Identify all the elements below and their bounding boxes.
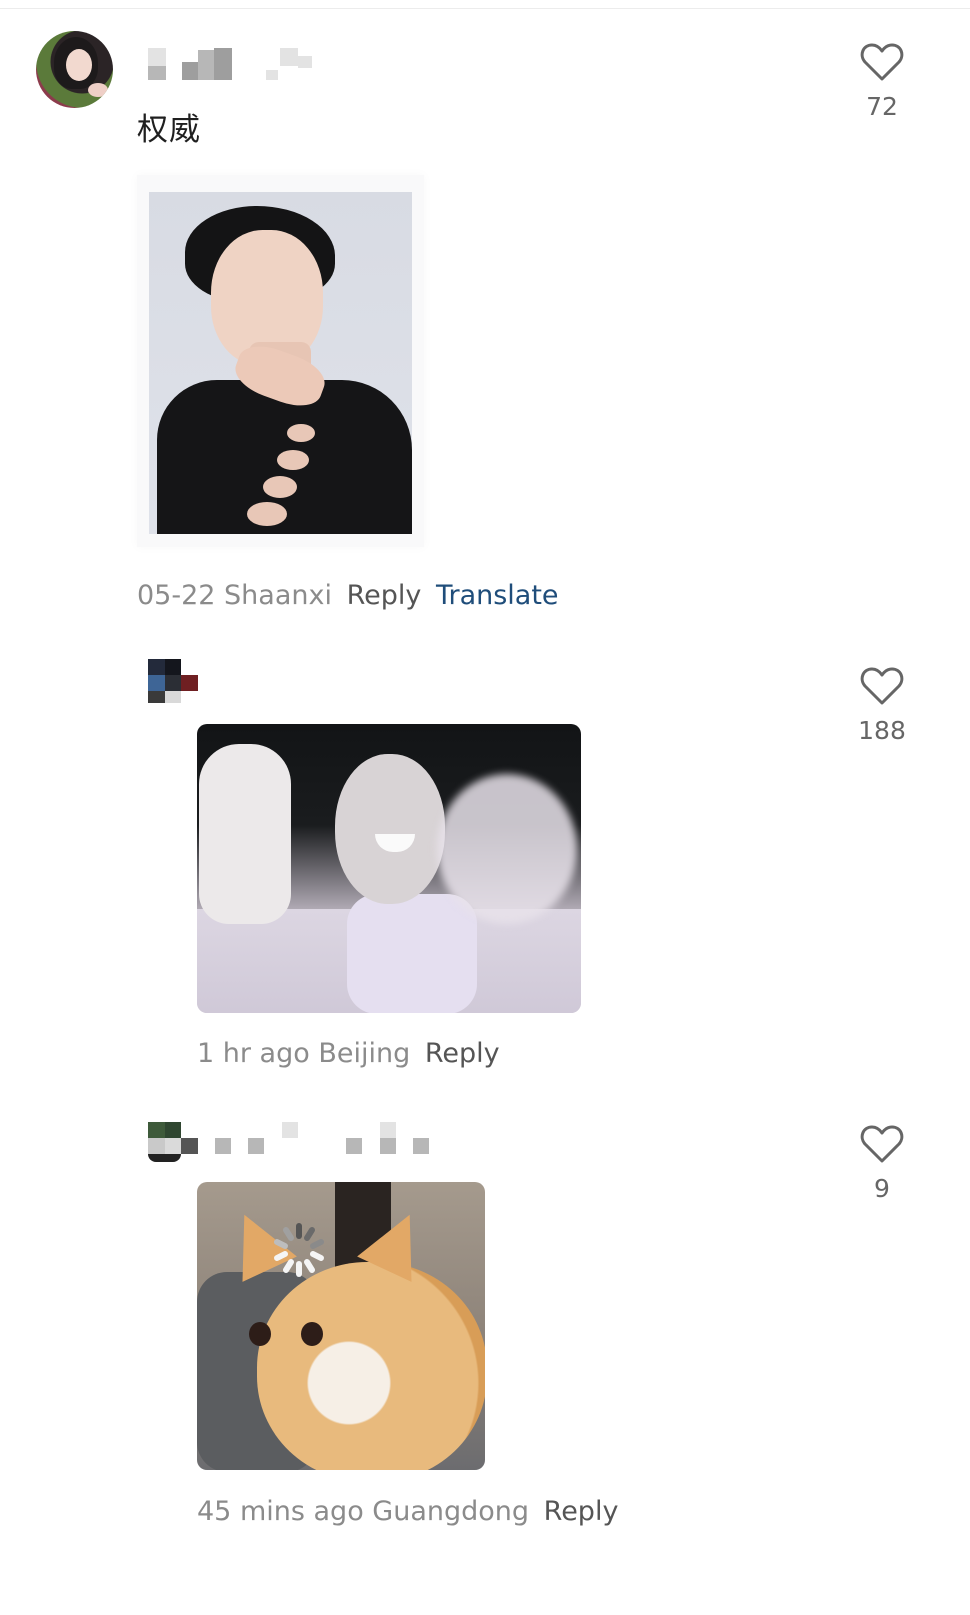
avatar-pixel xyxy=(181,1138,198,1154)
like-count: 188 xyxy=(858,716,906,745)
avatar-pixel xyxy=(181,675,198,691)
avatar-pixel xyxy=(165,1122,181,1138)
comment-meta: 45 mins ago Guangdong Reply xyxy=(197,1496,618,1527)
gif-cat-eye-right xyxy=(301,1322,323,1346)
avatar-pixel xyxy=(148,1138,165,1154)
gif-cat xyxy=(257,1262,485,1470)
like-button[interactable]: 72 xyxy=(842,42,922,121)
comment-location: Shaanxi xyxy=(224,580,332,611)
username-pixel xyxy=(148,48,166,66)
comment-date: 05-22 xyxy=(137,580,225,611)
username-pixel xyxy=(198,50,214,80)
avatar-pixel xyxy=(148,691,165,703)
comment-text: 权威 xyxy=(137,112,201,148)
avatar-face xyxy=(66,49,92,81)
avatar[interactable] xyxy=(145,1122,199,1168)
gif-hood xyxy=(347,894,477,1013)
photo-sleeve-detail xyxy=(287,424,315,442)
comment-gif[interactable] xyxy=(197,724,581,1013)
avatar-pixel xyxy=(148,1154,181,1162)
photo-sleeve-detail xyxy=(263,476,297,498)
comment-location: Beijing xyxy=(318,1038,411,1069)
comment-meta: 05-22 Shaanxi Reply Translate xyxy=(137,580,559,611)
avatar-pixel xyxy=(165,1138,181,1154)
heart-outline-icon xyxy=(860,667,904,705)
translate-button[interactable]: Translate xyxy=(436,580,559,611)
username-pixel xyxy=(182,62,198,80)
avatar-pixel xyxy=(165,659,181,675)
like-count: 9 xyxy=(874,1174,890,1203)
username-pixel xyxy=(215,1138,231,1154)
like-count: 72 xyxy=(866,92,898,121)
comment-location: Guangdong xyxy=(372,1496,530,1527)
username-pixel xyxy=(214,48,232,80)
username-pixel xyxy=(380,1138,396,1154)
gif-cat-eye-left xyxy=(249,1322,271,1346)
like-button[interactable]: 9 xyxy=(842,1124,922,1203)
username-pixel xyxy=(280,48,298,66)
username-pixel xyxy=(380,1122,396,1138)
username-pixel xyxy=(148,66,166,80)
avatar-pixel xyxy=(148,675,165,691)
photo-sleeve-detail xyxy=(247,502,287,526)
reply-button[interactable]: Reply xyxy=(544,1496,619,1527)
avatar-pixel xyxy=(148,659,165,675)
username-pixel xyxy=(413,1138,429,1154)
top-divider xyxy=(0,8,970,9)
gif-face xyxy=(335,754,445,904)
username-pixel xyxy=(266,70,278,80)
avatar-pixel xyxy=(148,1122,165,1138)
username-pixel xyxy=(298,56,312,68)
photo-sleeve-detail xyxy=(277,450,309,470)
comment-gif[interactable] xyxy=(197,1182,485,1470)
gif-hand-right xyxy=(437,774,577,924)
gif-hand-left xyxy=(199,744,291,924)
username-pixel xyxy=(248,1138,264,1154)
loading-spinner-icon xyxy=(274,1223,324,1277)
username-pixel xyxy=(346,1138,362,1154)
reply-button[interactable]: Reply xyxy=(425,1038,500,1069)
comment-date: 45 mins ago xyxy=(197,1496,373,1527)
avatar-hand xyxy=(88,83,108,97)
avatar[interactable] xyxy=(36,31,113,108)
comment-image[interactable] xyxy=(149,192,412,534)
avatar-pixel xyxy=(165,675,181,691)
comment-date: 1 hr ago xyxy=(197,1038,319,1069)
heart-outline-icon xyxy=(860,43,904,81)
avatar[interactable] xyxy=(145,659,199,705)
heart-outline-icon xyxy=(860,1125,904,1163)
username-pixel xyxy=(282,1122,298,1138)
like-button[interactable]: 188 xyxy=(842,666,922,745)
reply-button[interactable]: Reply xyxy=(347,580,422,611)
comment-meta: 1 hr ago Beijing Reply xyxy=(197,1038,500,1069)
avatar-pixel xyxy=(165,691,181,703)
